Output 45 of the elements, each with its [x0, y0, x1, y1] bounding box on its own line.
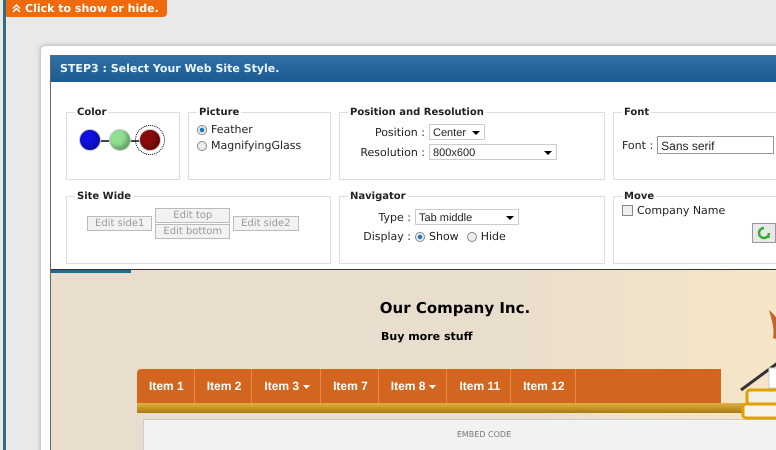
group-legend: Color: [75, 107, 108, 118]
field-label: Type :: [378, 210, 411, 224]
radio-button[interactable]: [197, 124, 207, 134]
group-legend: Position and Resolution: [348, 107, 486, 118]
color-swatch[interactable]: [109, 129, 131, 151]
show-hide-button[interactable]: Click to show or hide.: [4, 0, 167, 17]
caret-icon: [429, 384, 436, 388]
refresh-icon: [757, 226, 771, 240]
field-label: Display :: [362, 230, 411, 243]
refresh-button[interactable]: [752, 223, 776, 243]
caret-icon: [506, 216, 514, 220]
edit-button[interactable]: Edit bottom: [155, 224, 230, 239]
radio-label: MagnifyingGlass: [211, 139, 302, 152]
group-legend: Site Wide: [75, 191, 134, 202]
radio-button[interactable]: [466, 232, 477, 242]
edit-button[interactable]: Edit top: [155, 208, 230, 223]
radio-label: Feather: [211, 123, 253, 136]
radio-button[interactable]: [197, 140, 207, 150]
caret-icon: [472, 131, 480, 135]
dropdown[interactable]: 800x600: [429, 144, 557, 160]
group-legend: Move: [622, 191, 656, 202]
company-slogan: Buy more stuff: [381, 330, 474, 343]
company-title: Our Company Inc.: [378, 299, 532, 317]
color-swatch[interactable]: [79, 129, 101, 151]
font-dropdown[interactable]: Sans serif: [657, 136, 774, 154]
checkbox-label: Company Name: [637, 204, 726, 217]
double-chevron-up-icon: [12, 4, 21, 13]
edit-button[interactable]: Edit side2: [233, 216, 299, 231]
field-label: Font :: [622, 138, 654, 152]
group-legend: Navigator: [348, 191, 408, 202]
caret-icon: [303, 384, 310, 388]
dropdown[interactable]: Tab middle: [415, 209, 519, 225]
caret-icon: [544, 151, 552, 155]
dropdown[interactable]: Center: [429, 124, 485, 140]
edit-button[interactable]: Edit side1: [87, 216, 152, 231]
checkbox[interactable]: [622, 205, 633, 216]
radio-label: Show: [429, 230, 459, 243]
radio-button[interactable]: [415, 232, 425, 242]
content-label: EMBED CODE: [456, 430, 512, 439]
field-label: Position :: [374, 126, 425, 138]
group-legend: Picture: [197, 107, 242, 118]
field-label: Resolution :: [359, 146, 425, 158]
group-legend: Font: [622, 107, 652, 118]
radio-label: Hide: [480, 230, 506, 243]
dialog-title: STEP3 : Select Your Web Site Style.: [51, 56, 776, 82]
